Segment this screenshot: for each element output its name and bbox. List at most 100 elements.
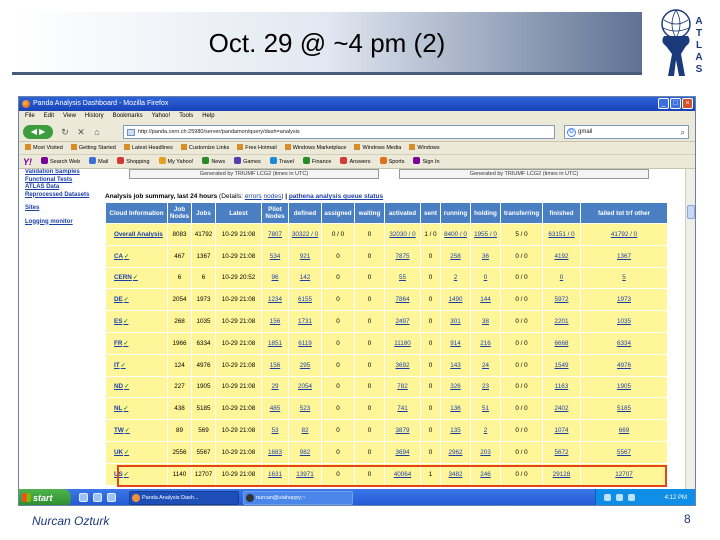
cell-defined[interactable]: 82 <box>288 419 322 442</box>
cell-pilot[interactable]: 1851 <box>261 331 289 355</box>
url-input[interactable]: http://panda.cern.ch:25980/server/pandam… <box>123 125 555 139</box>
cell-failed[interactable]: 669 <box>580 419 668 442</box>
network-icon[interactable] <box>604 494 611 501</box>
bookmark-windows-media[interactable]: Windows Media <box>354 142 401 154</box>
cell-activated[interactable]: 7864 <box>384 288 421 312</box>
col-pilot-nodes[interactable]: Pilot Nodes <box>261 202 289 224</box>
cell-finished[interactable]: 5672 <box>542 440 581 464</box>
back-forward-button[interactable]: ◀ ▶ <box>23 125 53 139</box>
search-input[interactable]: G gmail ⌕ <box>564 125 689 139</box>
cell-activated[interactable]: 2497 <box>384 310 421 333</box>
cloud-site-link[interactable]: US✓ <box>105 462 168 486</box>
cell-defined[interactable]: 6119 <box>288 331 322 355</box>
window-titlebar[interactable]: Panda Analysis Dashboard - Mozilla Firef… <box>19 97 695 111</box>
cell-pilot[interactable]: 156 <box>261 310 289 333</box>
cloud-site-link[interactable]: FR✓ <box>105 331 168 355</box>
yahoo-travel[interactable]: Travel <box>269 155 294 168</box>
cell-pilot[interactable]: 156 <box>261 353 289 377</box>
cell-holding[interactable]: 0 <box>470 266 501 290</box>
cell-holding[interactable]: 24 <box>470 353 501 377</box>
cell-holding[interactable]: 2 <box>470 419 501 442</box>
cell-failed[interactable]: 1035 <box>580 310 668 333</box>
cell-activated[interactable]: 55 <box>384 266 421 290</box>
menu-file[interactable]: File <box>25 111 35 122</box>
yahoo-news[interactable]: News <box>202 155 225 168</box>
cell-finished[interactable]: 4192 <box>542 244 581 268</box>
cell-finished[interactable]: 0 <box>542 266 581 290</box>
menu-history[interactable]: History <box>85 111 104 122</box>
col-job-nodes[interactable]: Job Nodes <box>167 202 192 224</box>
cell-running[interactable]: 135 <box>440 419 471 442</box>
bookmark-windows-marketplace[interactable]: Windows Marketplace <box>284 142 346 154</box>
cell-holding[interactable]: 1955 / 0 <box>470 223 501 246</box>
col-defined[interactable]: defined <box>288 202 322 224</box>
cell-defined[interactable]: 142 <box>288 266 322 290</box>
cell-failed[interactable]: 6334 <box>580 331 668 355</box>
start-button[interactable]: start <box>19 489 71 505</box>
bookmark-free-hotmail[interactable]: Free Hotmail <box>237 142 277 154</box>
yahoo-sports[interactable]: Sports <box>379 155 404 168</box>
cloud-site-link[interactable]: NL✓ <box>105 397 168 421</box>
cell-holding[interactable]: 246 <box>470 462 501 486</box>
quicklaunch-firefox-icon[interactable] <box>107 493 116 502</box>
cell-activated[interactable]: 782 <box>384 375 421 399</box>
cloud-site-link[interactable]: DE✓ <box>105 288 168 312</box>
cell-finished[interactable]: 2402 <box>542 397 581 421</box>
cell-finished[interactable]: 5972 <box>542 288 581 312</box>
search-icon[interactable]: ⌕ <box>681 126 685 139</box>
errors-link[interactable]: errors <box>245 193 262 200</box>
cell-pilot[interactable]: 1683 <box>261 440 289 464</box>
yahoo-my-yahoo[interactable]: My Yahoo! <box>158 155 193 168</box>
cell-pilot[interactable]: 1234 <box>261 288 289 312</box>
menu-tools[interactable]: Tools <box>179 111 193 122</box>
cell-running[interactable]: 914 <box>440 331 471 355</box>
cell-finished[interactable]: 1163 <box>542 375 581 399</box>
nav-reprocessed-datasets[interactable]: Reprocessed Datasets <box>25 192 105 200</box>
cloud-site-link[interactable]: CERN✓ <box>105 266 168 290</box>
stop-icon[interactable]: ✕ <box>75 126 87 138</box>
cell-running[interactable]: 8400 / 0 <box>440 223 471 246</box>
yahoo-games[interactable]: Games <box>234 155 261 168</box>
menu-yahoo[interactable]: Yahoo! <box>152 111 171 122</box>
cell-failed[interactable]: 1367 <box>580 244 668 268</box>
cell-finished[interactable]: 63151 / 0 <box>542 223 581 246</box>
cell-holding[interactable]: 216 <box>470 331 501 355</box>
nav-atlas-data[interactable]: ATLAS Data <box>25 184 105 192</box>
cell-failed[interactable]: 1905 <box>580 375 668 399</box>
quicklaunch-ie-icon[interactable] <box>79 493 88 502</box>
cell-pilot[interactable]: 534 <box>261 244 289 268</box>
cell-defined[interactable]: 2054 <box>288 375 322 399</box>
cloud-site-link[interactable]: IT✓ <box>105 353 168 377</box>
col-sent[interactable]: sent <box>420 202 441 224</box>
cell-activated[interactable]: 3692 <box>384 353 421 377</box>
cell-running[interactable]: 2962 <box>440 440 471 464</box>
cell-running[interactable]: 258 <box>440 244 471 268</box>
cell-holding[interactable]: 203 <box>470 440 501 464</box>
cloud-site-link[interactable]: Overall Analysis <box>105 223 168 246</box>
security-icon[interactable] <box>628 494 635 501</box>
cell-activated[interactable]: 3694 <box>384 440 421 464</box>
nav-logging-monitor[interactable]: Logging monitor <box>25 219 105 227</box>
cell-defined[interactable]: 295 <box>288 353 322 377</box>
maximize-button[interactable]: □ <box>670 98 681 109</box>
cell-finished[interactable]: 6668 <box>542 331 581 355</box>
minimize-button[interactable]: _ <box>658 98 669 109</box>
cell-running[interactable]: 136 <box>440 397 471 421</box>
close-button[interactable]: × <box>682 98 693 109</box>
cell-finished[interactable]: 1549 <box>542 353 581 377</box>
col-transferring[interactable]: transferring <box>500 202 543 224</box>
cell-holding[interactable]: 144 <box>470 288 501 312</box>
cloud-site-link[interactable]: CA✓ <box>105 244 168 268</box>
quicklaunch-desktop-icon[interactable] <box>93 493 102 502</box>
reload-icon[interactable]: ↻ <box>59 126 71 138</box>
cell-failed[interactable]: 5567 <box>580 440 668 464</box>
col-running[interactable]: running <box>440 202 471 224</box>
cloud-site-link[interactable]: TW✓ <box>105 419 168 442</box>
cell-running[interactable]: 3482 <box>440 462 471 486</box>
volume-icon[interactable] <box>616 494 623 501</box>
taskbar-item-terminal[interactable]: nurcan@utahoppy:~ <box>243 491 353 505</box>
cloud-site-link[interactable]: ES✓ <box>105 310 168 333</box>
cell-pilot[interactable]: 485 <box>261 397 289 421</box>
bookmark-most-visited[interactable]: Most Visited <box>25 142 63 154</box>
bookmark-getting-started[interactable]: Getting Started <box>70 142 116 154</box>
